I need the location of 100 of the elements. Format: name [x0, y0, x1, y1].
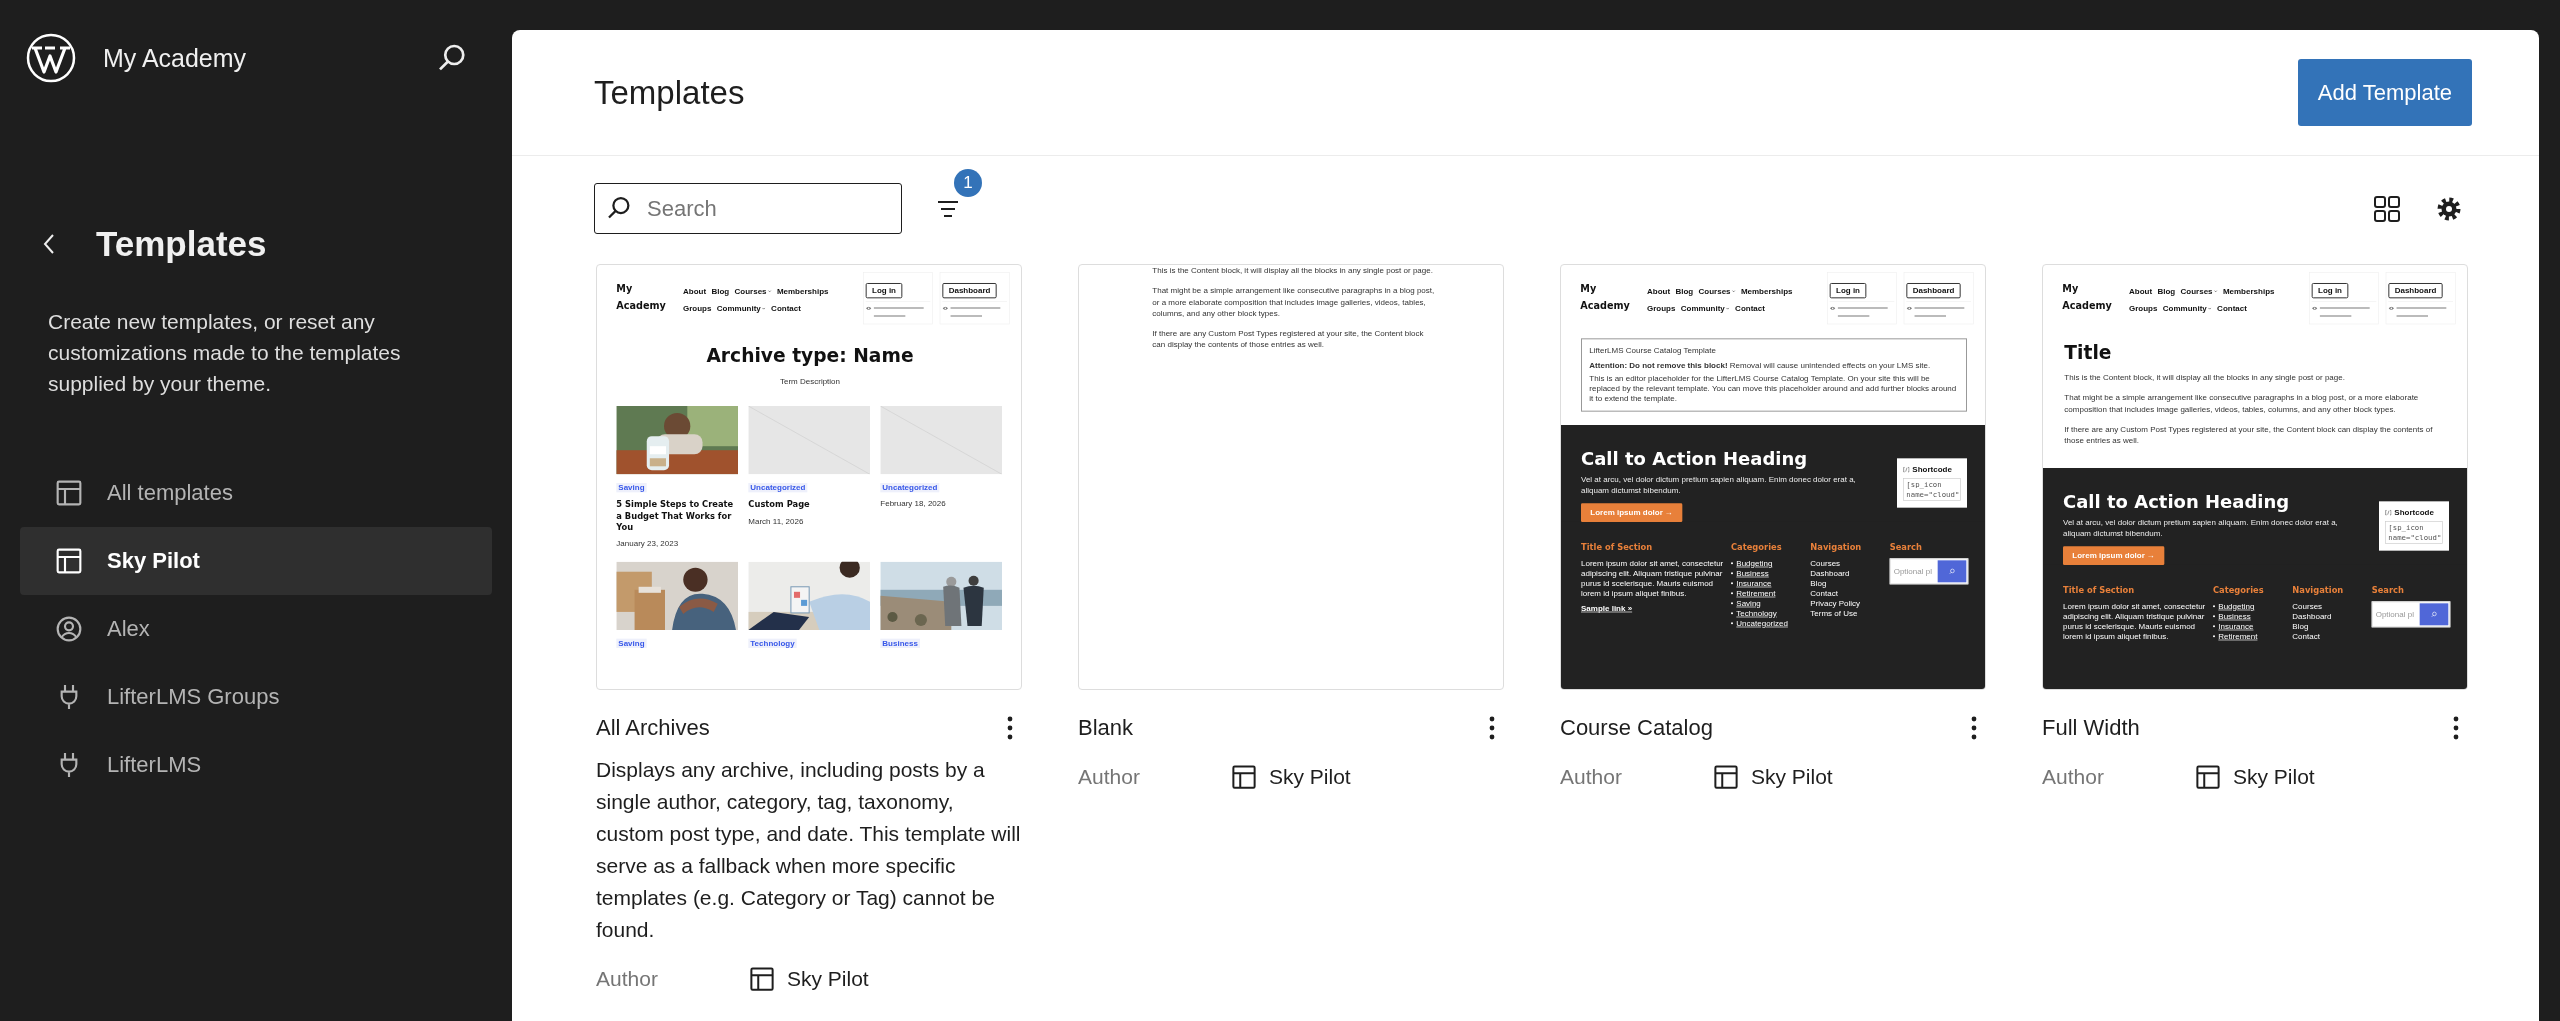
eye-icon [2388, 306, 2395, 311]
paragraph: This is the Content block, it will display all the blocks in any single post or page. [1152, 265, 1434, 277]
nav-link: Groups [683, 303, 712, 313]
cta-text: Vel at arcu, vel dolor dictum pretium sapien aliquam. Enim donec dolor erat a, aliquam dictumst bibendum. [2063, 516, 2339, 539]
sidebar-title: Templates [96, 224, 267, 264]
footer-nav-link: Courses [1810, 558, 1841, 569]
footer-nav-link: Privacy Policy [1810, 598, 1861, 609]
footer-heading: Title of Section [2063, 585, 2136, 595]
template-preview[interactable] [1560, 264, 1986, 690]
text-lines-drawing [873, 306, 927, 319]
cta-button: Lorem ipsum dolor → [2063, 546, 2165, 565]
paragraph: If there are any Custom Post Types registered at your site, the Content block can display the contents of those entries as well. [2064, 423, 2434, 446]
archive-heading: Archive type: Name [705, 345, 915, 367]
author-name: Sky Pilot [2233, 765, 2315, 789]
term-description: Term Description [780, 376, 840, 386]
category-link: Budgeting [2218, 601, 2255, 612]
template-preview[interactable] [2042, 264, 2468, 690]
layout-icon [747, 964, 777, 994]
footer-heading: Search [2371, 585, 2405, 595]
category-link: Business [2218, 611, 2251, 622]
sidebar-item[interactable]: All templates [20, 459, 492, 527]
template-title[interactable]: All Archives [596, 715, 710, 741]
post-category: Uncategorized [748, 483, 808, 493]
nav-link: Memberships [2222, 286, 2275, 296]
category-link: Saving [1736, 598, 1761, 609]
author-label: Author [1560, 765, 1623, 789]
nav-link: Contact [2217, 303, 2247, 313]
nav-link: Community [2162, 303, 2212, 313]
footer-nav-link: Blog [2292, 621, 2309, 632]
author-label: Author [2042, 765, 2105, 789]
post-category: Business [880, 638, 920, 648]
cta-text: Vel at arcu, vel dolor dictum pretium sapien aliquam. Enim donec dolor erat a, aliquam dictumst bibendum. [1581, 473, 1857, 496]
footer-nav-link: Dashboard [1810, 568, 1850, 579]
category-link: Technology [1736, 608, 1777, 619]
cta-button: Lorem ipsum dolor → [1581, 503, 1683, 522]
search-field[interactable]: Search [594, 183, 902, 234]
nav-link: Memberships [1740, 286, 1793, 296]
category-link: Uncategorized [1736, 618, 1788, 629]
filter-count-badge: 1 [954, 168, 982, 197]
nav-link: About [683, 286, 707, 296]
paragraph: That might be a simple arrangement like consecutive paragraphs in a blog post, or a more elaborate composition that includes image galleries, videos, tables, columns, and any other block types. [2064, 392, 2420, 415]
sidebar-item[interactable]: LifterLMS [20, 731, 492, 799]
category-link: Insurance [2218, 621, 2254, 632]
footer-heading: Navigation [1810, 542, 1863, 552]
footer-heading: Categories [1731, 542, 1783, 552]
category-link: Retirement [2218, 631, 2258, 642]
author-label: Author [1078, 765, 1141, 789]
template-title[interactable]: Blank [1078, 715, 1134, 741]
nav-link: Contact [771, 303, 801, 313]
nav-link: Blog [1675, 286, 1694, 296]
text-lines-drawing [1837, 306, 1891, 319]
category-link: Business [1736, 568, 1769, 579]
footer-text: Lorem ipsum dolor sit amet, consectetur adipiscing elit. Aliquam tristique pulvinar purus id scelerisque. Mauris euismod lorem id ipsum aliquet finibus. [2063, 601, 2207, 642]
more-icon [2453, 716, 2459, 740]
sidebar-item[interactable]: LifterLMS Groups [20, 663, 492, 731]
shortcode-label: Shortcode [2394, 508, 2434, 518]
add-template-button[interactable]: Add Template [2297, 59, 2472, 126]
post-date: February 18, 2026 [880, 498, 947, 508]
post-category: Uncategorized [880, 483, 940, 493]
author-name: Sky Pilot [1751, 765, 1833, 789]
site-title: My Academy [616, 281, 667, 314]
footer-heading: Search [1889, 542, 1923, 552]
nav-link: About [1647, 286, 1671, 296]
author-name: Sky Pilot [787, 967, 869, 991]
logo-icon[interactable] [26, 33, 76, 83]
template-title[interactable]: Full Width [2042, 715, 2140, 741]
footer-nav-link: Courses [2292, 601, 2323, 612]
placeholder-title: LifterLMS Course Catalog Template [1589, 345, 1717, 356]
site-title: My Academy [1580, 281, 1631, 314]
text-lines-drawing [2319, 306, 2373, 319]
post-title: Custom Page [748, 499, 811, 511]
post-category: Saving [616, 638, 647, 648]
layout-icon [1711, 762, 1741, 792]
eye-icon [1829, 306, 1836, 311]
sidebar-item[interactable]: Alex [20, 595, 492, 663]
more-icon [1007, 716, 1013, 740]
author-label: Author [596, 967, 659, 991]
footer-heading: Title of Section [1581, 542, 1654, 552]
site-title: My Academy [2062, 281, 2113, 314]
author-name: Sky Pilot [1269, 765, 1351, 789]
cta-heading: Call to Action Heading [1581, 448, 1809, 470]
sidebar-description: Create new templates, or reset any customizations made to the templates supplied by your theme. [47, 309, 402, 397]
more-icon [1489, 716, 1495, 740]
template-title[interactable]: Course Catalog [1560, 715, 1713, 741]
sidebar-item[interactable]: Sky Pilot [20, 527, 492, 595]
footer-nav-link: Contact [2292, 631, 2320, 642]
nav-link: Community [716, 303, 766, 313]
more-icon [1971, 716, 1977, 740]
layout-icon [1229, 762, 1259, 792]
post-category: Technology [748, 638, 797, 648]
footer-heading: Categories [2213, 585, 2265, 595]
page-title: Templates [594, 73, 745, 112]
post-date: March 11, 2026 [748, 516, 805, 526]
eye-icon [1906, 306, 1913, 311]
template-preview[interactable] [596, 264, 1022, 690]
footer-link: Sample link » [1581, 603, 1633, 613]
nav-link: Courses [734, 286, 772, 296]
footer-nav-link: Blog [1810, 578, 1827, 589]
nav-link: Groups [2129, 303, 2158, 313]
eye-icon [865, 306, 872, 311]
